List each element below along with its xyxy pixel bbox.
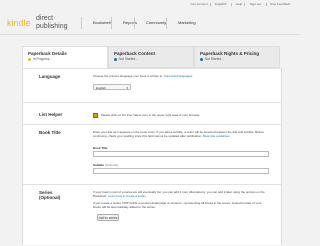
series-optional-label: (Optional) [39, 195, 61, 200]
tab-paperback-content[interactable]: Paperback Content Not Started... [108, 46, 194, 68]
chevron-down-icon: ▾ [126, 86, 128, 90]
book-title-guidelines-link[interactable]: Book title guidelines [203, 134, 230, 138]
subtitle-field-label: Subtitle (Optional) [93, 163, 119, 167]
logo-kindle: kindle [7, 18, 31, 28]
list-helper-description: Please click on the icon helper icon in … [101, 113, 201, 117]
language-description: Choose the primary language your book is… [93, 74, 193, 78]
tab-title: Paperback Content [114, 51, 156, 56]
give-feedback-link[interactable]: Give Feedback [270, 2, 290, 7]
language-select-value: English [96, 86, 106, 90]
book-title-label: Book Title [39, 130, 61, 135]
book-title-description: Enter your title as it appears on the bo… [93, 130, 264, 138]
subtitle-input[interactable] [93, 168, 269, 174]
tab-status: Not Started... [119, 57, 138, 61]
language-label: Language [39, 74, 61, 79]
list-helper-section: List Helper Please click on the icon hel… [23, 102, 281, 125]
tab-status: In Progress... [33, 57, 52, 61]
not-started-dot-icon [200, 57, 203, 61]
top-link-divider [244, 3, 245, 6]
language-select[interactable]: English ▾ [93, 84, 131, 90]
book-title-input[interactable] [93, 151, 269, 157]
language-section: Language Choose the primary language you… [23, 68, 281, 103]
supported-languages-link[interactable]: Supported languages [164, 74, 193, 78]
tab-paperback-details[interactable]: Paperback Details In Progress... [22, 46, 108, 68]
language-link[interactable]: English [215, 2, 225, 7]
your-account-link[interactable]: Your Account [190, 2, 208, 7]
series-description: If your book is part of a series we will… [93, 190, 265, 198]
learn-series-link[interactable]: Learn how to create a series [108, 194, 146, 198]
nav-community[interactable]: Community [134, 17, 166, 29]
chevron-down-icon: ▾ [225, 2, 227, 6]
tab-paperback-rights-pricing[interactable]: Paperback Rights & Pricing Not Started..… [194, 46, 280, 68]
step-tabs: Paperback Details In Progress... Paperba… [22, 46, 280, 68]
sign-out-link[interactable]: Sign out [250, 2, 261, 7]
kdp-logo[interactable]: kindle direct publishing [7, 15, 69, 31]
tab-title: Paperback Details [28, 51, 67, 56]
help-link[interactable]: Help [236, 2, 242, 7]
not-started-dot-icon [114, 57, 117, 61]
logo-direct-publishing: direct publishing [36, 15, 68, 30]
list-helper-label: List Helper [39, 112, 63, 117]
top-links: Your Account English ▾ Help Sign out Giv… [190, 2, 294, 8]
nav-bookshelf[interactable]: Bookshelf [81, 17, 111, 29]
top-link-divider [210, 3, 211, 6]
site-header: Your Account English ▾ Help Sign out Giv… [0, 0, 300, 35]
add-to-series-button[interactable]: Add to series [97, 214, 119, 221]
tab-title: Paperback Rights & Pricing [200, 51, 260, 56]
helper-icon [93, 113, 98, 118]
tab-status: Not Started... [205, 57, 224, 61]
series-section: Series (Optional) If your book is part o… [23, 184, 281, 246]
progress-dot-icon [28, 57, 31, 61]
details-panel: Language Choose the primary language you… [22, 68, 282, 245]
book-title-field-label: Book Title [93, 146, 108, 150]
top-link-divider [266, 3, 267, 6]
series-description-2: If you create a series, KDP builds a pro… [93, 201, 262, 209]
top-link-divider [231, 3, 232, 6]
book-title-section: Book Title Enter your title as it appear… [23, 124, 281, 185]
nav-marketing[interactable]: Marketing [166, 17, 196, 29]
